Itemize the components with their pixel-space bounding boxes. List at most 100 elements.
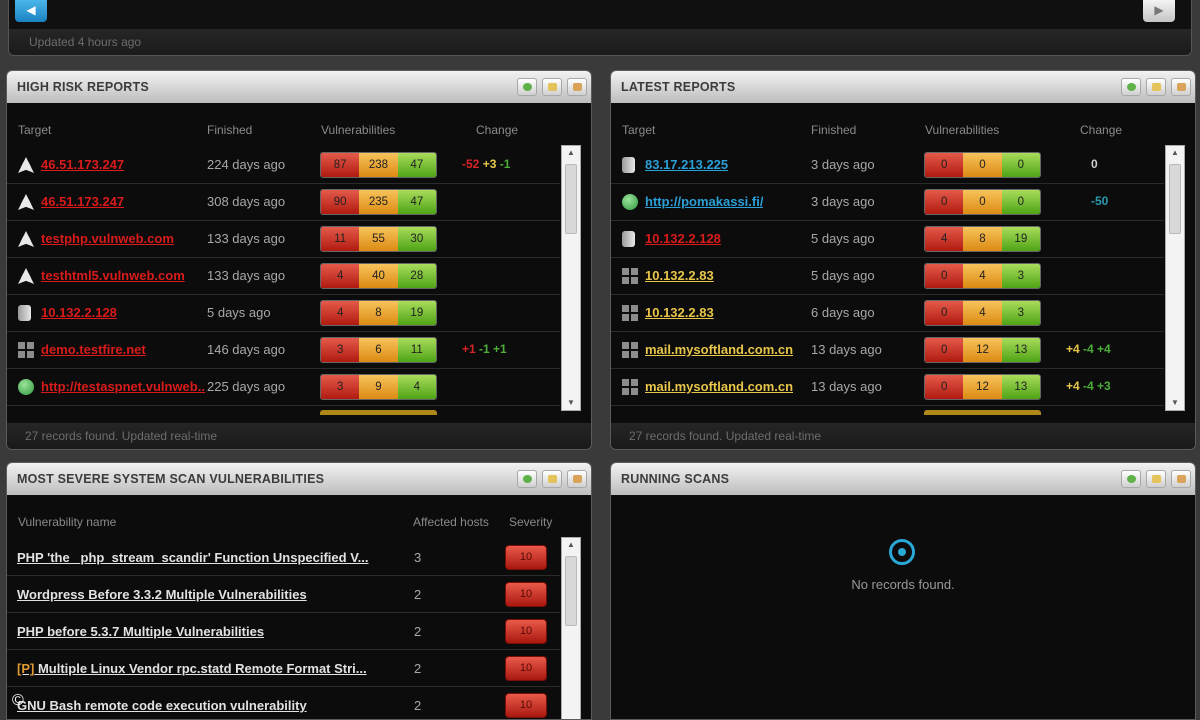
vulnerability-bar[interactable]: 043 (924, 263, 1041, 289)
table-row[interactable]: 83.17.213.225 3 days ago 0 0 0 0 (611, 147, 1164, 184)
settings-icon[interactable] (567, 78, 587, 96)
settings-icon[interactable] (1171, 470, 1191, 488)
table-row[interactable]: GNU Bash remote code execution vulnerabi… (7, 687, 560, 719)
edit-icon[interactable] (1146, 470, 1166, 488)
vulnerability-bar[interactable]: 000 (924, 152, 1041, 178)
table-row[interactable]: Wordpress Before 3.3.2 Multiple Vulnerab… (7, 576, 560, 613)
table-row[interactable]: 10.132.2.128 5 days ago 4 8 19 (611, 221, 1164, 258)
scroll-down-icon[interactable]: ▼ (562, 396, 580, 410)
table-row[interactable]: 46.51.173.247 308 days ago 90 235 47 (7, 184, 560, 221)
running-scans-panel: RUNNING SCANS No records found. (610, 462, 1196, 720)
refresh-icon[interactable] (517, 470, 537, 488)
change-delta: +3 (482, 157, 497, 171)
target-link[interactable]: http://testaspnet.vulnweb... (41, 379, 205, 394)
scroll-up-icon[interactable]: ▲ (1166, 146, 1184, 160)
vulnerability-bar[interactable]: 87 238 47 (320, 152, 437, 178)
col-change[interactable]: Change (476, 123, 518, 137)
vulnerability-bar[interactable]: 394 (320, 374, 437, 400)
vulnerability-bar[interactable]: 3 6 11 (320, 337, 437, 363)
col-finished[interactable]: Finished (811, 123, 856, 137)
target-link[interactable]: 10.132.2.128 (41, 305, 117, 320)
table-row[interactable]: http://pomakassi.fi/3 days ago 0 0 0 -50 (611, 184, 1164, 221)
vulnerability-bar[interactable]: 0 12 13 (924, 337, 1041, 363)
vulnerability-link[interactable]: Wordpress Before 3.3.2 Multiple Vulnerab… (17, 587, 307, 602)
target-link[interactable]: mail.mysoftland.com.cn (645, 379, 793, 394)
vulnerability-link[interactable]: [P] Multiple Linux Vendor rpc.statd Remo… (17, 661, 367, 676)
low-count: 4 (397, 375, 436, 399)
col-change[interactable]: Change (1080, 123, 1122, 137)
vulnerability-bar[interactable]: 0 12 13 (924, 374, 1041, 400)
scroll-up-icon[interactable]: ▲ (562, 538, 580, 552)
affected-hosts: 2 (414, 587, 422, 602)
next-button[interactable]: ▶ (1143, 0, 1175, 22)
vulnerability-bar[interactable]: 4 8 19 (924, 226, 1041, 252)
vulnerability-bar[interactable]: 4 40 28 (320, 263, 437, 289)
col-finished[interactable]: Finished (207, 123, 252, 137)
target-link[interactable]: http://pomakassi.fi/ (645, 194, 763, 209)
finished-text: 13 days ago (811, 379, 882, 394)
refresh-icon[interactable] (517, 78, 537, 96)
col-vulnerabilities[interactable]: Vulnerabilities (321, 123, 395, 137)
table-row[interactable]: PHP 'the _php_stream_scandir' Function U… (7, 539, 560, 576)
vulnerability-bar[interactable]: 90 235 47 (320, 189, 437, 215)
col-vulnerability-name[interactable]: Vulnerability name (18, 515, 116, 529)
target-link[interactable]: demo.testfire.net (41, 342, 146, 357)
col-severity[interactable]: Severity (509, 515, 552, 529)
target-link[interactable]: 83.17.213.225 (645, 157, 728, 172)
vulnerability-link[interactable]: PHP 'the _php_stream_scandir' Function U… (17, 550, 369, 565)
table-row[interactable]: demo.testfire.net 146 days ago 3 6 11 +1 -1 +… (7, 332, 560, 369)
table-row[interactable]: mail.mysoftland.com.cn 13 days ago 0 12 13 +4… (611, 332, 1164, 369)
col-target[interactable]: Target (18, 123, 51, 137)
target-link[interactable]: 46.51.173.247 (41, 194, 124, 209)
table-row[interactable]: 46.51.173.247 224 days ago 87 238 47 -52 +3 -… (7, 147, 560, 184)
edit-icon[interactable] (542, 78, 562, 96)
target-link[interactable]: testhtml5.vulnweb.com (41, 268, 185, 283)
edit-icon[interactable] (542, 470, 562, 488)
severity-badge[interactable]: 10 (505, 545, 547, 570)
settings-icon[interactable] (1171, 78, 1191, 96)
refresh-icon[interactable] (1121, 78, 1141, 96)
affected-hosts: 2 (414, 698, 422, 713)
scrollbar[interactable]: ▲ ▼ (561, 145, 581, 411)
table-row[interactable]: mail.mysoftland.com.cn 13 days ago 0 12 13 +4… (611, 369, 1164, 406)
col-affected-hosts[interactable]: Affected hosts (413, 515, 489, 529)
target-link[interactable]: 10.132.2.83 (645, 305, 714, 320)
vulnerability-bar[interactable]: 043 (924, 300, 1041, 326)
previous-button[interactable]: ◀ (15, 0, 47, 22)
refresh-icon[interactable] (1121, 470, 1141, 488)
table-row[interactable]: testhtml5.vulnweb.com 133 days ago 4 40 28 (7, 258, 560, 295)
table-row[interactable]: testphp.vulnweb.com 133 days ago 11 55 30 (7, 221, 560, 258)
target-link[interactable]: testphp.vulnweb.com (41, 231, 174, 246)
scroll-down-icon[interactable]: ▼ (1166, 396, 1184, 410)
scroll-thumb[interactable] (565, 164, 577, 234)
edit-icon[interactable] (1146, 78, 1166, 96)
vulnerability-bar[interactable]: 4 8 19 (320, 300, 437, 326)
target-link[interactable]: 46.51.173.247 (41, 157, 124, 172)
target-link[interactable]: 10.132.2.83 (645, 268, 714, 283)
vulnerability-link[interactable]: GNU Bash remote code execution vulnerabi… (17, 698, 307, 713)
table-row[interactable]: 10.132.2.83 5 days ago 0 4 3 (611, 258, 1164, 295)
table-row[interactable]: 10.132.2.128 5 days ago 4 8 19 (7, 295, 560, 332)
scroll-up-icon[interactable]: ▲ (562, 146, 580, 160)
high-risk-table-body: 46.51.173.247 224 days ago 87 238 47 -52 +3 -… (7, 147, 560, 416)
table-row[interactable]: http://testaspnet.vulnweb... 225 days ago… (7, 369, 560, 406)
vulnerability-bar[interactable]: 11 55 30 (320, 226, 437, 252)
target-link[interactable]: 10.132.2.128 (645, 231, 721, 246)
table-row[interactable]: 10.132.2.83 6 days ago 0 4 3 (611, 295, 1164, 332)
vulnerability-link[interactable]: PHP before 5.3.7 Multiple Vulnerabilitie… (17, 624, 264, 639)
table-row[interactable]: PHP before 5.3.7 Multiple Vulnerabilitie… (7, 613, 560, 650)
table-row[interactable]: [P] Multiple Linux Vendor rpc.statd Remo… (7, 650, 560, 687)
severity-badge[interactable]: 10 (505, 656, 547, 681)
scrollbar[interactable]: ▲ ▼ (1165, 145, 1185, 411)
scroll-thumb[interactable] (1169, 164, 1181, 234)
target-link[interactable]: mail.mysoftland.com.cn (645, 342, 793, 357)
severity-badge[interactable]: 10 (505, 619, 547, 644)
scrollbar[interactable]: ▲ (561, 537, 581, 719)
col-vulnerabilities[interactable]: Vulnerabilities (925, 123, 999, 137)
scroll-thumb[interactable] (565, 556, 577, 626)
col-target[interactable]: Target (622, 123, 655, 137)
severity-badge[interactable]: 10 (505, 693, 547, 718)
settings-icon[interactable] (567, 470, 587, 488)
severity-badge[interactable]: 10 (505, 582, 547, 607)
vulnerability-bar[interactable]: 000 (924, 189, 1041, 215)
